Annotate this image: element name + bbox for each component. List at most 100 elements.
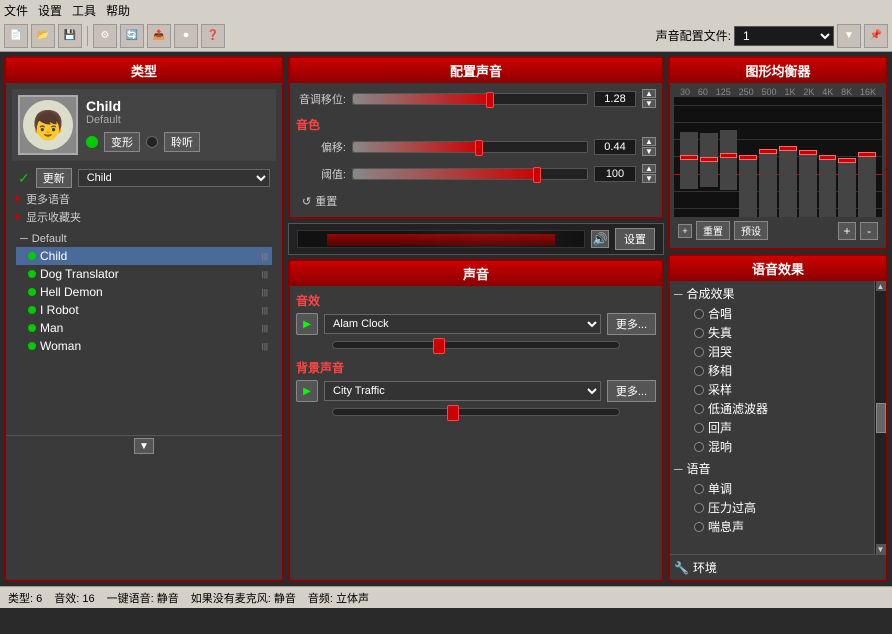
- voice-item-dog-translator[interactable]: Dog Translator |||: [16, 265, 272, 283]
- voice-file-select[interactable]: 1: [734, 26, 834, 46]
- eq-plus-btn[interactable]: +: [838, 222, 856, 240]
- effect-distortion[interactable]: 失真: [674, 323, 870, 342]
- background-slider[interactable]: [332, 408, 620, 416]
- eq-col-6[interactable]: [779, 103, 797, 217]
- more-voices-link[interactable]: ✦ 更多语音: [12, 191, 276, 207]
- scroll-thumb[interactable]: [876, 403, 886, 433]
- eq-col-10[interactable]: [858, 103, 876, 217]
- radio-reverb[interactable]: [694, 442, 704, 452]
- effect-sample[interactable]: 采样: [674, 380, 870, 399]
- voice-item-hell-demon[interactable]: Hell Demon |||: [16, 283, 272, 301]
- menu-help[interactable]: 帮助: [106, 2, 130, 19]
- radio-lowpass[interactable]: [694, 404, 704, 414]
- offset-thumb[interactable]: [475, 140, 483, 156]
- effect-flanger[interactable]: 移相: [674, 361, 870, 380]
- effects-slider-thumb[interactable]: [433, 338, 445, 354]
- pitch-down[interactable]: ▼: [642, 99, 656, 108]
- collapse-synthesis[interactable]: ─: [674, 287, 683, 301]
- voice-item-woman[interactable]: Woman |||: [16, 337, 272, 355]
- update-btn[interactable]: 更新: [36, 168, 72, 188]
- voice-file-menu[interactable]: ▼: [837, 24, 861, 48]
- toolbar-new[interactable]: 📄: [4, 24, 28, 48]
- listen-btn[interactable]: 聆听: [164, 132, 200, 152]
- transform-btn[interactable]: 变形: [104, 132, 140, 152]
- eq-col-3[interactable]: [720, 103, 738, 217]
- radio-chorus[interactable]: [694, 309, 704, 319]
- voice-item-i-robot[interactable]: I Robot |||: [16, 301, 272, 319]
- pitch-shift-slider[interactable]: [352, 93, 588, 105]
- offset-value[interactable]: [594, 139, 636, 155]
- effects-slider[interactable]: [332, 341, 620, 349]
- background-slider-thumb[interactable]: [447, 405, 459, 421]
- list-scroll-down[interactable]: ▼: [6, 435, 282, 456]
- effects-play-btn[interactable]: ▶: [296, 313, 318, 335]
- threshold-down[interactable]: ▼: [642, 174, 656, 183]
- effect-reverb[interactable]: 混响: [674, 437, 870, 456]
- threshold-thumb[interactable]: [533, 167, 541, 183]
- background-select[interactable]: City Traffic: [324, 381, 601, 401]
- mute-btn[interactable]: 🔊: [591, 230, 609, 248]
- set-btn[interactable]: 设置: [615, 228, 655, 250]
- toolbar-open[interactable]: 📂: [31, 24, 55, 48]
- radio-sample[interactable]: [694, 385, 704, 395]
- radio-breathe[interactable]: [694, 522, 704, 532]
- environment-label[interactable]: 环境: [693, 559, 717, 576]
- menu-file[interactable]: 文件: [4, 2, 28, 19]
- pitch-up[interactable]: ▲: [642, 89, 656, 98]
- eq-col-2[interactable]: [700, 103, 718, 217]
- threshold-up[interactable]: ▲: [642, 164, 656, 173]
- radio-monotone[interactable]: [694, 484, 704, 494]
- voice-reset-btn[interactable]: ↺ 重置: [296, 191, 343, 211]
- toolbar-export[interactable]: 📤: [147, 24, 171, 48]
- radio-distortion[interactable]: [694, 328, 704, 338]
- voice-item-child[interactable]: Child |||: [16, 247, 272, 265]
- eq-reset-btn[interactable]: 重置: [696, 221, 730, 240]
- effect-monotone[interactable]: 单调: [674, 479, 870, 498]
- radio-flanger[interactable]: [694, 366, 704, 376]
- effect-pressure[interactable]: 压力过高: [674, 498, 870, 517]
- toolbar-save[interactable]: 💾: [58, 24, 82, 48]
- update-select[interactable]: Child: [78, 169, 270, 187]
- pitch-shift-value[interactable]: 1.28: [594, 91, 636, 107]
- scroll-down-arrow[interactable]: ▼: [134, 438, 154, 454]
- offset-slider[interactable]: [352, 141, 588, 153]
- eq-col-8[interactable]: [819, 103, 837, 217]
- eq-col-9[interactable]: [838, 103, 856, 217]
- toolbar-settings[interactable]: ⚙: [93, 24, 117, 48]
- threshold-value[interactable]: [594, 166, 636, 182]
- eq-col-5[interactable]: [759, 103, 777, 217]
- voice-item-man[interactable]: Man |||: [16, 319, 272, 337]
- toolbar-help[interactable]: ❓: [201, 24, 225, 48]
- radio-tears[interactable]: [694, 347, 704, 357]
- background-play-btn[interactable]: ▶: [296, 380, 318, 402]
- show-favorites-link[interactable]: ✦ 显示收藏夹: [12, 209, 276, 225]
- effect-chorus[interactable]: 合唱: [674, 304, 870, 323]
- collapse-voice[interactable]: ─: [674, 462, 683, 476]
- offset-up[interactable]: ▲: [642, 137, 656, 146]
- menu-settings[interactable]: 设置: [38, 2, 62, 19]
- effect-lowpass[interactable]: 低通滤波器: [674, 399, 870, 418]
- eq-col-7[interactable]: [799, 103, 817, 217]
- effects-more-btn[interactable]: 更多...: [607, 313, 656, 335]
- offset-down[interactable]: ▼: [642, 147, 656, 156]
- toolbar-record[interactable]: ⏺: [174, 24, 198, 48]
- eq-preset-btn[interactable]: 预设: [734, 221, 768, 240]
- effect-echo[interactable]: 回声: [674, 418, 870, 437]
- pitch-shift-thumb[interactable]: [486, 92, 494, 108]
- threshold-slider[interactable]: [352, 168, 588, 180]
- radio-pressure[interactable]: [694, 503, 704, 513]
- eq-minus-btn[interactable]: -: [860, 222, 878, 240]
- background-more-btn[interactable]: 更多...: [607, 380, 656, 402]
- effects-select[interactable]: Alam Clock: [324, 314, 601, 334]
- scroll-down-btn[interactable]: ▼: [876, 544, 886, 554]
- radio-echo[interactable]: [694, 423, 704, 433]
- toolbar-refresh[interactable]: 🔄: [120, 24, 144, 48]
- eq-col-4[interactable]: [739, 103, 757, 217]
- eq-bars[interactable]: [678, 103, 878, 217]
- record-dot[interactable]: [146, 136, 158, 148]
- eq-add-icon[interactable]: +: [678, 224, 692, 238]
- scroll-up-arrow[interactable]: ▲: [876, 281, 886, 291]
- menu-tools[interactable]: 工具: [72, 2, 96, 19]
- voice-pin[interactable]: 📌: [864, 24, 888, 48]
- effect-breathe[interactable]: 喘息声: [674, 517, 870, 536]
